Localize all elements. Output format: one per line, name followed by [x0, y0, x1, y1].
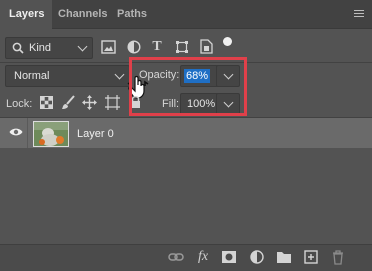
tab-layers[interactable]: Layers: [0, 0, 52, 30]
new-group-folder-icon[interactable]: [276, 249, 292, 265]
shape-filter-icon[interactable]: [175, 40, 189, 54]
tab-paths[interactable]: Paths: [117, 0, 147, 29]
filter-kind-select[interactable]: Kind: [5, 37, 93, 59]
opacity-callout-box: [129, 57, 247, 116]
lock-image-pixels-icon[interactable]: [61, 95, 75, 110]
adjustment-layer-icon[interactable]: [249, 249, 265, 265]
smart-object-filter-icon[interactable]: [200, 39, 213, 54]
layer-thumbnail-image: [34, 122, 68, 146]
type-filter-icon[interactable]: T: [150, 39, 164, 55]
layer-name[interactable]: Layer 0: [77, 128, 114, 140]
layers-panel: Layers Channels Paths Kind T Normal Opac: [0, 0, 372, 271]
new-layer-icon[interactable]: [303, 249, 319, 265]
blend-mode-select[interactable]: Normal: [5, 65, 130, 87]
link-layers-icon[interactable]: [168, 249, 184, 265]
panel-menu-icon[interactable]: [354, 10, 364, 19]
adjustment-filter-icon[interactable]: [127, 40, 141, 54]
lock-transparent-pixels-icon[interactable]: [40, 96, 53, 109]
lock-label: Lock:: [6, 98, 33, 110]
layer-style-fx-icon[interactable]: fx: [195, 249, 211, 265]
blend-mode-value: Normal: [14, 70, 50, 82]
chevron-down-icon: [114, 69, 125, 80]
filter-kind-label: Kind: [29, 42, 52, 54]
divider: [27, 118, 28, 148]
image-filter-icon[interactable]: [101, 40, 116, 54]
lock-position-icon[interactable]: [82, 95, 97, 110]
layer-thumbnail[interactable]: [33, 121, 69, 147]
lock-artboard-icon[interactable]: [105, 95, 120, 110]
tab-channels[interactable]: Channels: [58, 0, 108, 29]
panel-tabbar: Layers Channels Paths: [0, 0, 372, 30]
search-icon: [12, 42, 24, 54]
visibility-eye-icon[interactable]: [9, 127, 23, 137]
delete-layer-icon[interactable]: [330, 249, 346, 265]
chevron-down-icon: [77, 41, 88, 52]
filter-toggle-icon[interactable]: [223, 37, 232, 46]
add-mask-icon[interactable]: [221, 249, 237, 265]
